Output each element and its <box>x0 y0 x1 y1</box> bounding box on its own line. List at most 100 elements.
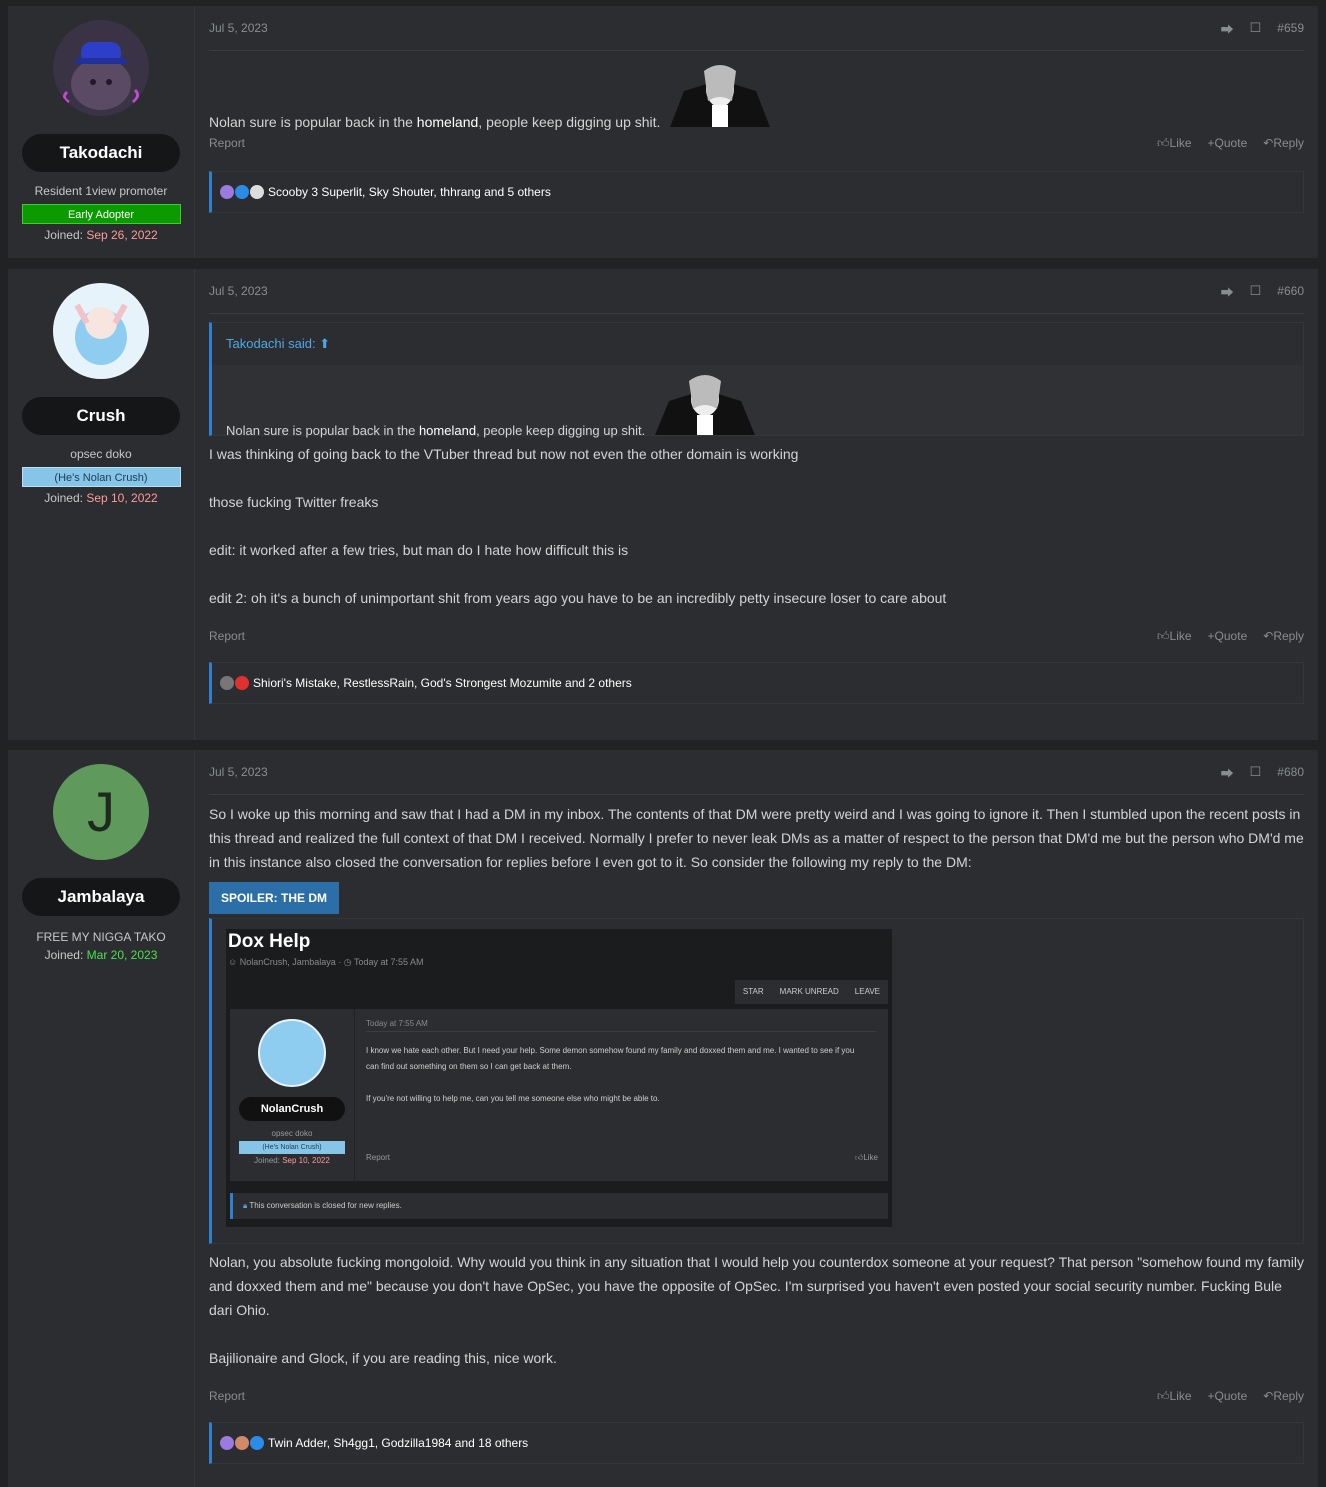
quote-button[interactable]: +Quote <box>1208 629 1248 643</box>
post-number[interactable]: #660 <box>1277 284 1304 298</box>
username[interactable]: Jambalaya <box>22 878 180 916</box>
takodachi-avatar-icon <box>62 42 140 110</box>
post-footer: Report 👍︎Like +Quote ↶Reply <box>209 131 1304 155</box>
reaction-icon <box>220 676 234 690</box>
reaction-icon <box>250 1436 264 1450</box>
quote-block: Takodachi said: ⬆ Nolan sure is popular … <box>209 322 1304 438</box>
dm-user-banner: (He's Nolan Crush) <box>239 1141 345 1154</box>
post-680: J Jambalaya FREE MY NIGGA TAKO Joined: M… <box>8 750 1318 1487</box>
post-footer: Report 👍︎Like +Quote ↶Reply <box>209 1384 1304 1408</box>
go-to-original-icon[interactable]: ⬆ <box>319 336 330 351</box>
post-header: Jul 5, 2023 ⮕ ☐ #660 <box>209 269 1304 314</box>
username[interactable]: Crush <box>22 397 180 435</box>
share-icon[interactable]: ⮕ <box>1221 282 1234 301</box>
reply-label: Reply <box>1273 629 1304 643</box>
bookmark-icon[interactable]: ☐ <box>1250 283 1262 299</box>
text-1: Nolan sure is popular back in the <box>209 114 417 130</box>
post-body: Nolan sure is popular back in the homela… <box>209 61 1304 130</box>
user-title: Resident 1view promoter <box>34 184 168 198</box>
reactions-text[interactable]: Shiori's Mistake, RestlessRain, God's St… <box>253 676 632 690</box>
quote-bold: homeland <box>418 423 477 438</box>
user-panel: Crush opsec doko (He's Nolan Crush) Join… <box>8 269 195 740</box>
avatar[interactable] <box>53 20 149 116</box>
reaction-icon <box>220 185 234 199</box>
reaction-gif-image <box>649 373 761 438</box>
reply-button[interactable]: ↶Reply <box>1263 136 1304 150</box>
post-intro: So I woke up this morning and saw that I… <box>209 806 1304 870</box>
report-link[interactable]: Report <box>209 136 1141 150</box>
dm-closed-text: This conversation is closed for new repl… <box>249 1201 402 1210</box>
quote-body: Nolan sure is popular back in the homela… <box>212 365 1303 438</box>
user-panel: Takodachi Resident 1view promoter Early … <box>8 6 195 258</box>
post-header: Jul 5, 2023 ⮕ ☐ #659 <box>209 6 1304 51</box>
username[interactable]: Takodachi <box>22 134 180 172</box>
bookmark-icon[interactable]: ☐ <box>1250 764 1262 780</box>
reactions-text[interactable]: Scooby 3 Superlit, Sky Shouter, thhrang … <box>268 185 551 199</box>
dm-msg-1: I know we hate each other. But I need yo… <box>366 1046 855 1071</box>
like-button[interactable]: 👍︎Like <box>1157 136 1192 151</box>
reaction-icon <box>235 1436 249 1450</box>
post-header: Jul 5, 2023 ⮕ ☐ #680 <box>209 750 1304 795</box>
reply-label: Reply <box>1273 1389 1304 1403</box>
reaction-icon <box>250 185 264 199</box>
dm-meta: ☺ NolanCrush, Jambalaya · ◷ Today at 7:5… <box>228 957 424 967</box>
spoiler-content: Dox Help ☺ NolanCrush, Jambalaya · ◷ Tod… <box>209 918 1304 1244</box>
bookmark-icon[interactable]: ☐ <box>1250 20 1262 36</box>
reactions-bar[interactable]: Twin Adder, Sh4gg1, Godzilla1984 and 18 … <box>209 1422 1304 1464</box>
quote-label: Quote <box>1214 1389 1248 1403</box>
like-button[interactable]: 👍︎Like <box>1157 629 1192 644</box>
post-footer: Report 👍︎Like +Quote ↶Reply <box>209 624 1304 648</box>
dm-closed-notice: 🔒︎ This conversation is closed for new r… <box>230 1193 888 1219</box>
like-label: Like <box>1169 628 1192 643</box>
dm-title: Dox Help <box>228 931 311 952</box>
quote-button[interactable]: +Quote <box>1208 136 1248 150</box>
paragraph: edit 2: oh it's a bunch of unimportant s… <box>209 590 947 606</box>
joined-label: Joined: <box>44 948 84 962</box>
dm-avatar <box>258 1019 326 1087</box>
user-banner: Early Adopter <box>21 204 181 224</box>
post-date[interactable]: Jul 5, 2023 <box>209 21 1205 35</box>
spoiler-button[interactable]: SPOILER: THE DM <box>209 882 340 914</box>
users-icon: ☺ <box>228 957 238 967</box>
report-link[interactable]: Report <box>209 1389 1141 1403</box>
post-660: Crush opsec doko (He's Nolan Crush) Join… <box>8 269 1318 740</box>
like-button[interactable]: 👍︎Like <box>1157 1389 1192 1404</box>
quote-button[interactable]: +Quote <box>1208 1389 1248 1403</box>
user-banner: (He's Nolan Crush) <box>21 467 181 487</box>
dm-message: NolanCrush opsec doko (He's Nolan Crush)… <box>230 1009 888 1181</box>
share-icon[interactable]: ⮕ <box>1221 763 1234 782</box>
reactions-text[interactable]: Twin Adder, Sh4gg1, Godzilla1984 and 18 … <box>268 1436 528 1450</box>
quote-text-2: , people keep digging up shit. <box>476 423 646 438</box>
reaction-icon <box>235 676 249 690</box>
joined-date: Sep 10, 2022 <box>86 491 158 505</box>
joined-date: Mar 20, 2023 <box>86 948 158 962</box>
avatar[interactable]: J <box>53 764 149 860</box>
dm-like-label: Like <box>863 1153 878 1162</box>
reply-button[interactable]: ↶Reply <box>1263 1389 1304 1403</box>
post-body: I was thinking of going back to the VTub… <box>209 442 1304 610</box>
dm-like: 👍︎Like <box>854 1153 878 1162</box>
star-button: STAR <box>742 987 764 996</box>
lock-icon: 🔒︎ <box>243 1201 248 1210</box>
bold-text: homeland <box>416 114 479 130</box>
paragraph: Bajilionaire and Glock, if you are readi… <box>209 1350 557 1366</box>
reactions-bar[interactable]: Scooby 3 Superlit, Sky Shouter, thhrang … <box>209 171 1304 213</box>
reactions-bar[interactable]: Shiori's Mistake, RestlessRain, God's St… <box>209 662 1304 704</box>
quote-header[interactable]: Takodachi said: ⬆ <box>212 323 1303 365</box>
post-number[interactable]: #680 <box>1277 765 1304 779</box>
quote-author[interactable]: Takodachi said: <box>226 336 316 351</box>
post-date[interactable]: Jul 5, 2023 <box>209 765 1205 779</box>
post-main: Jul 5, 2023 ⮕ ☐ #659 Nolan sure is popul… <box>195 6 1318 258</box>
quote-label: Quote <box>1214 629 1248 643</box>
reply-button[interactable]: ↶Reply <box>1263 629 1304 643</box>
dm-buttons: STAR MARK UNREAD LEAVE <box>734 980 888 1004</box>
dm-time: Today at 7:55 AM <box>353 957 424 967</box>
reaction-icon <box>220 1436 234 1450</box>
post-date[interactable]: Jul 5, 2023 <box>209 284 1205 298</box>
post-number[interactable]: #659 <box>1277 21 1304 35</box>
dm-username: NolanCrush <box>239 1097 345 1121</box>
share-icon[interactable]: ⮕ <box>1221 19 1234 38</box>
avatar[interactable] <box>53 283 149 379</box>
joined-date: Sep 26, 2022 <box>86 228 158 242</box>
report-link[interactable]: Report <box>209 629 1141 643</box>
